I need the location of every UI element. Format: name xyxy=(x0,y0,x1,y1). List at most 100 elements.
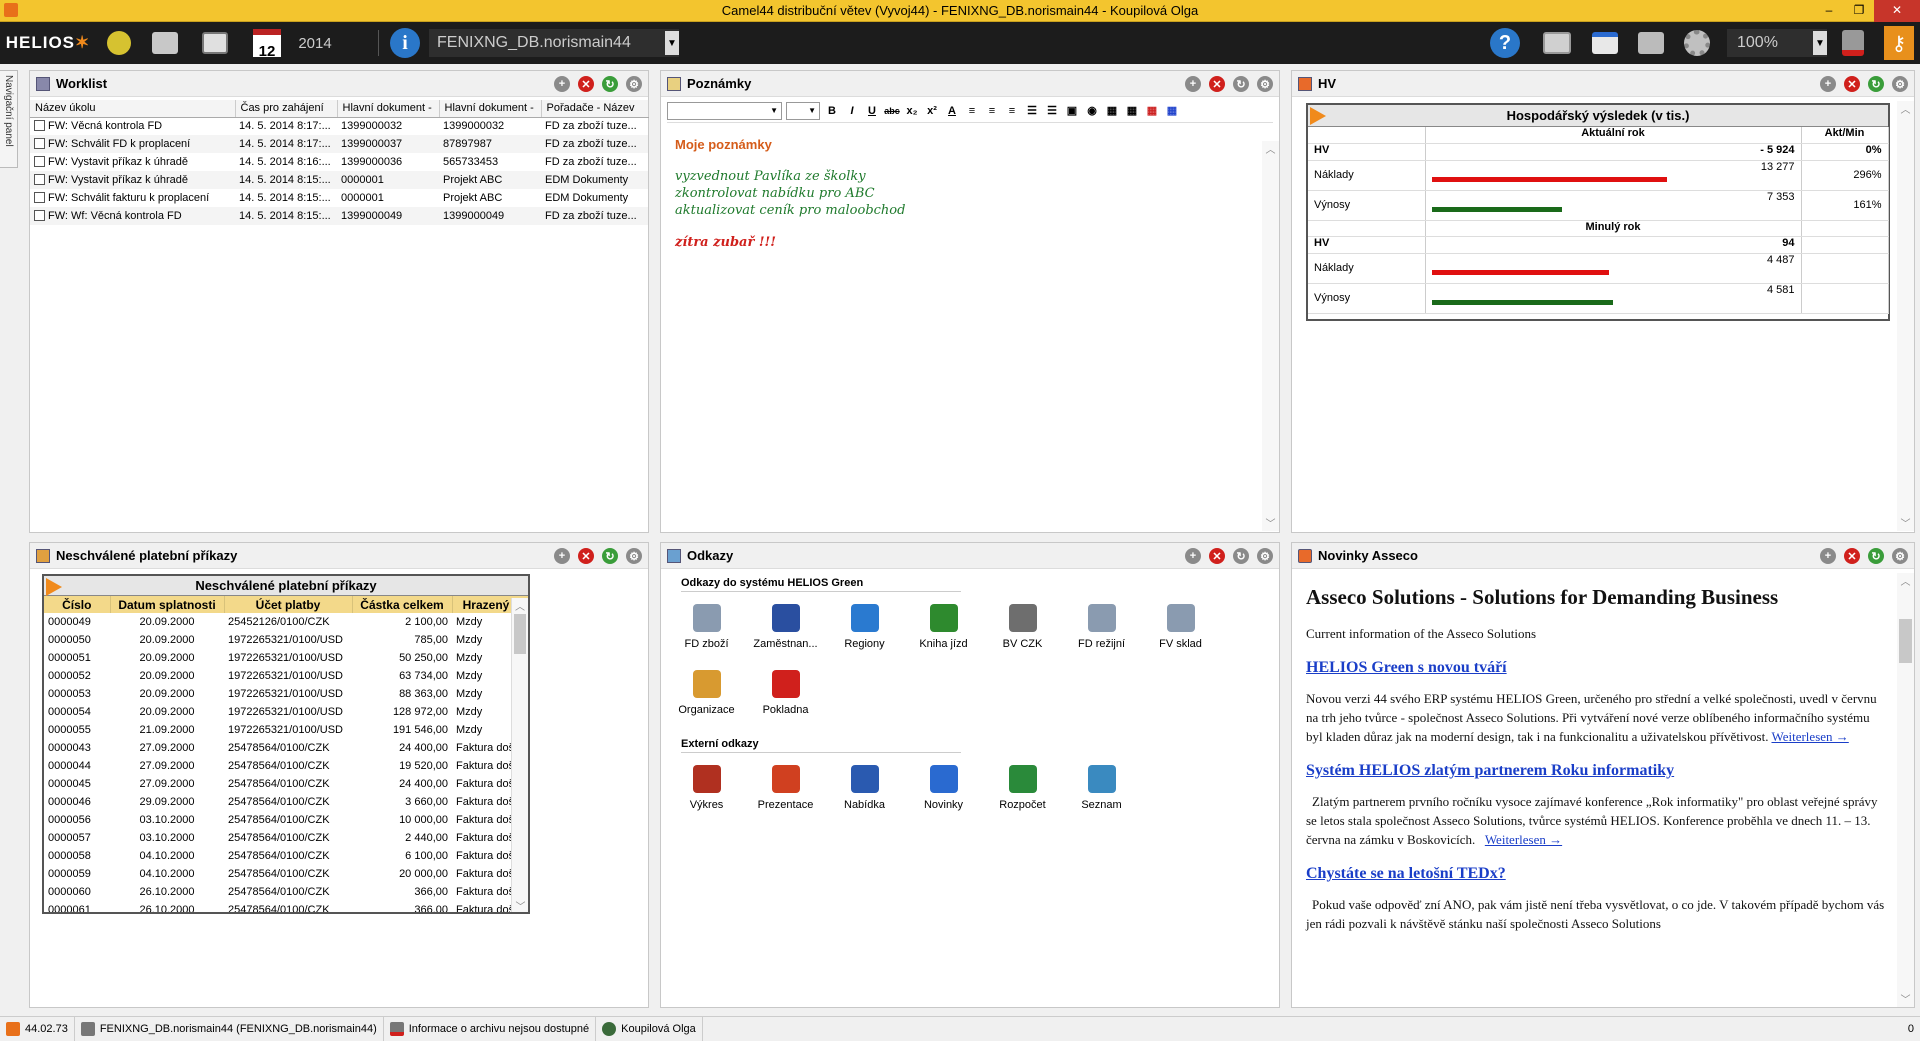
news-item-title[interactable]: HELIOS Green s novou tváří xyxy=(1306,659,1888,677)
link-item[interactable]: Zaměstnan... xyxy=(746,598,825,664)
scroll-up-icon[interactable]: ︿ xyxy=(1897,573,1914,589)
chevron-down-icon[interactable]: ▼ xyxy=(1813,31,1827,55)
table-row[interactable]: 0000058 04.10.2000 25478564/0100/CZK 6 100,… xyxy=(44,847,528,865)
news-item-title[interactable]: Systém HELIOS zlatým partnerem Roku info… xyxy=(1306,762,1888,780)
status-archive[interactable]: Informace o archivu nejsou dostupné xyxy=(384,1016,597,1041)
refresh-icon[interactable]: ↻ xyxy=(1233,76,1249,92)
globe-icon[interactable] xyxy=(104,22,134,64)
table-row[interactable]: 0000051 20.09.2000 1972265321/0100/USD 50 2… xyxy=(44,649,528,667)
table-row[interactable]: FW: Věcná kontrola FD 14. 5. 2014 8:17:..… xyxy=(30,117,648,135)
table-row[interactable]: 0000049 20.09.2000 25452126/0100/CZK 2 100,… xyxy=(44,613,528,631)
link-item[interactable]: Rozpočet xyxy=(983,759,1062,825)
bold-button[interactable]: B xyxy=(824,103,840,119)
table-row[interactable]: 0000053 20.09.2000 1972265321/0100/USD 88 3… xyxy=(44,685,528,703)
table-row[interactable]: 0000054 20.09.2000 1972265321/0100/USD 128 … xyxy=(44,703,528,721)
refresh-icon[interactable]: ↻ xyxy=(1233,548,1249,564)
add-icon[interactable]: + xyxy=(1820,76,1836,92)
year-label[interactable]: 2014 xyxy=(295,22,335,64)
column-header[interactable]: Čas pro zahájení xyxy=(235,100,338,118)
key-icon[interactable]: ⚷ xyxy=(1884,22,1914,64)
add-icon[interactable]: + xyxy=(1185,548,1201,564)
scroll-thumb[interactable] xyxy=(1899,619,1912,663)
link-item[interactable]: Novinky xyxy=(904,759,983,825)
database-close-icon[interactable] xyxy=(1838,22,1868,64)
add-icon[interactable]: + xyxy=(554,76,570,92)
scroll-down-icon[interactable]: ﹀ xyxy=(1897,991,1914,1007)
navigation-panel-tab[interactable]: Navigační panel xyxy=(0,70,18,168)
close-icon[interactable]: ✕ xyxy=(1844,548,1860,564)
close-icon[interactable]: ✕ xyxy=(1209,76,1225,92)
link-item[interactable]: Seznam xyxy=(1062,759,1141,825)
gear-icon[interactable] xyxy=(1682,22,1712,64)
subscript-button[interactable]: x₂ xyxy=(904,103,920,119)
status-user[interactable]: Koupilová Olga xyxy=(596,1016,703,1041)
close-icon[interactable]: ✕ xyxy=(1844,76,1860,92)
table-row[interactable]: FW: Vystavit příkaz k úhradě 14. 5. 2014 … xyxy=(30,153,648,171)
link-item[interactable]: Nabídka xyxy=(825,759,904,825)
gear-icon[interactable]: ⚙ xyxy=(1257,548,1273,564)
maximize-button[interactable]: ❐ xyxy=(1844,0,1874,22)
image-icon[interactable]: ▣ xyxy=(1064,103,1080,119)
chevron-down-icon[interactable]: ▼ xyxy=(665,31,679,55)
table-row[interactable]: 0000045 27.09.2000 25478564/0100/CZK 24 400… xyxy=(44,775,528,793)
table-row[interactable]: 0000050 20.09.2000 1972265321/0100/USD 785,… xyxy=(44,631,528,649)
table-row[interactable]: 0000060 26.10.2000 25478564/0100/CZK 366,00… xyxy=(44,883,528,901)
superscript-button[interactable]: x² xyxy=(924,103,940,119)
column-header[interactable]: Částka celkem xyxy=(352,596,453,613)
close-icon[interactable]: ✕ xyxy=(1209,548,1225,564)
table-icon[interactable]: ▦ xyxy=(1104,103,1120,119)
add-icon[interactable]: + xyxy=(1820,548,1836,564)
status-database[interactable]: FENIXNG_DB.norismain44 (FENIXNG_DB.noris… xyxy=(75,1016,384,1041)
add-icon[interactable]: + xyxy=(1185,76,1201,92)
font-select[interactable]: ▼ xyxy=(667,101,782,120)
minimize-button[interactable]: – xyxy=(1814,0,1844,22)
table-row[interactable]: FW: Wf: Věcná kontrola FD 14. 5. 2014 8:1… xyxy=(30,207,648,225)
column-header[interactable]: Datum splatnosti xyxy=(110,596,225,613)
add-icon[interactable]: + xyxy=(554,548,570,564)
read-more-link[interactable]: Weiterlesen → xyxy=(1485,832,1562,847)
link-item[interactable]: Prezentace xyxy=(746,759,825,825)
hv-scrollbar[interactable]: ︿ ﹀ xyxy=(1897,101,1914,531)
column-header[interactable]: Hlavní dokument - xyxy=(439,100,542,118)
align-right-icon[interactable]: ≡ xyxy=(1004,103,1020,119)
scroll-up-icon[interactable]: ︿ xyxy=(1262,141,1279,157)
news-scrollbar[interactable]: ︿ ﹀ xyxy=(1897,573,1914,1007)
scroll-down-icon[interactable]: ﹀ xyxy=(1262,515,1279,531)
gear-icon[interactable]: ⚙ xyxy=(1892,548,1908,564)
window-settings-icon[interactable] xyxy=(1590,22,1620,64)
link-item[interactable]: Výkres xyxy=(667,759,746,825)
gear-icon[interactable]: ⚙ xyxy=(626,548,642,564)
link-item[interactable]: Pokladna xyxy=(746,664,825,730)
close-icon[interactable]: ✕ xyxy=(578,548,594,564)
refresh-icon[interactable]: ↻ xyxy=(602,76,618,92)
link-item[interactable]: FD zboží xyxy=(667,598,746,664)
table-delete-icon[interactable]: ▦ xyxy=(1144,103,1160,119)
grid-icon[interactable] xyxy=(200,22,230,64)
table-row[interactable]: 0000061 26.10.2000 25478564/0100/CZK 366,00… xyxy=(44,901,528,912)
strikethrough-button[interactable]: abc xyxy=(884,103,900,119)
table-row[interactable]: 0000044 27.09.2000 25478564/0100/CZK 19 520… xyxy=(44,757,528,775)
column-header[interactable]: Účet platby xyxy=(224,596,353,613)
column-header[interactable]: Pořadače - Název xyxy=(541,100,649,118)
notes-editor[interactable]: Moje poznámky vyzvednout Pavlíka ze škol… xyxy=(661,123,1279,264)
link-item[interactable]: Organizace xyxy=(667,664,746,730)
numbered-list-icon[interactable]: ☰ xyxy=(1044,103,1060,119)
news-item-title[interactable]: Chystáte se na letošní TEDx? xyxy=(1306,865,1888,883)
column-header[interactable]: Hlavní dokument - xyxy=(337,100,440,118)
monitor-icon[interactable] xyxy=(1542,22,1572,64)
underline-button[interactable]: U xyxy=(864,103,880,119)
refresh-icon[interactable]: ↻ xyxy=(1868,76,1884,92)
refresh-icon[interactable]: ↻ xyxy=(602,548,618,564)
table-row[interactable]: 0000043 27.09.2000 25478564/0100/CZK 24 400… xyxy=(44,739,528,757)
info-icon[interactable]: i xyxy=(390,22,420,64)
align-left-icon[interactable]: ≡ xyxy=(964,103,980,119)
table-row[interactable]: 0000046 29.09.2000 25478564/0100/CZK 3 660,… xyxy=(44,793,528,811)
table-row[interactable]: FW: Schválit FD k proplacení 14. 5. 2014 … xyxy=(30,135,648,153)
column-header[interactable]: Název úkolu xyxy=(30,100,236,118)
italic-button[interactable]: I xyxy=(844,103,860,119)
table-row[interactable]: 0000056 03.10.2000 25478564/0100/CZK 10 000… xyxy=(44,811,528,829)
table-row[interactable]: 0000052 20.09.2000 1972265321/0100/USD 63 7… xyxy=(44,667,528,685)
windows-icon[interactable] xyxy=(150,22,180,64)
link-item[interactable]: Regiony xyxy=(825,598,904,664)
notes-scrollbar[interactable]: ︿ ﹀ xyxy=(1262,141,1279,531)
